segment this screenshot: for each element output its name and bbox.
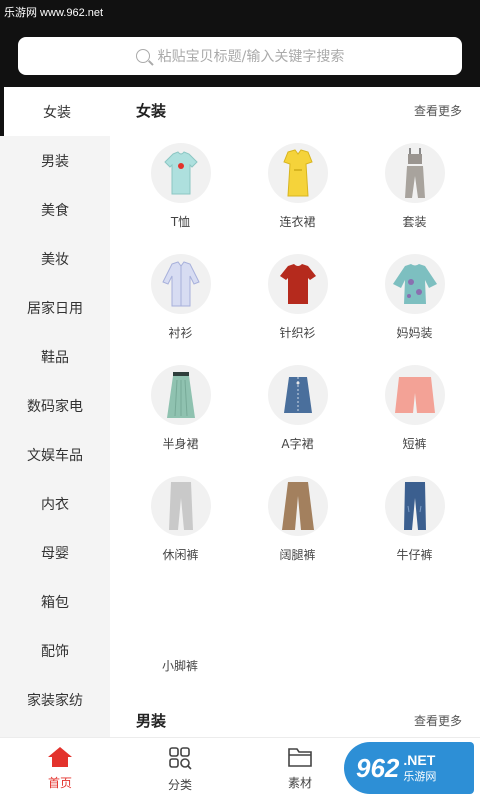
mom-clothing-icon xyxy=(392,264,437,304)
tab-label: 素材 xyxy=(287,776,312,790)
logo-number: 962 xyxy=(356,752,400,783)
sidebar-item-food[interactable]: 美食 xyxy=(0,185,110,234)
sidebar-item-label: 家装家纺 xyxy=(27,692,83,709)
subcategory-label: 衬衫 xyxy=(168,326,193,340)
subcategory-label: 妈妈装 xyxy=(396,326,433,340)
a-line-skirt-icon xyxy=(283,377,312,413)
sidebar-item-label: 母婴 xyxy=(41,545,69,562)
subcategory-suit[interactable]: 套装 xyxy=(356,143,473,234)
dress-icon xyxy=(282,149,313,197)
sidebar-item-label: 内衣 xyxy=(41,496,69,513)
sidebar-item-label: 鞋品 xyxy=(41,349,69,366)
sidebar-item-label: 美食 xyxy=(41,202,69,219)
sidebar-item-label: 美妆 xyxy=(41,251,69,268)
sidebar-item-men[interactable]: 男装 xyxy=(0,136,110,185)
section-title: 女装 xyxy=(136,101,167,120)
subcategory-label: 休闲裤 xyxy=(162,548,199,562)
sidebar-item-baby[interactable]: 母婴 xyxy=(0,528,110,577)
logo-net: .NET xyxy=(403,752,436,768)
view-more-link[interactable]: 查看更多 xyxy=(414,102,462,119)
tab-label: 首页 xyxy=(47,776,72,790)
jeans-icon xyxy=(403,482,426,530)
subcategory-shirt[interactable]: 衬衫 xyxy=(122,254,239,345)
sidebar-item-women[interactable]: 女装 xyxy=(0,87,110,136)
subcategory-label: 短裤 xyxy=(402,437,427,451)
subcategory-casual-pants[interactable]: 休闲裤 xyxy=(122,476,239,567)
shorts-icon xyxy=(394,377,435,413)
sidebar-item-bags[interactable]: 箱包 xyxy=(0,577,110,626)
search-placeholder: 粘贴宝贝标题/输入关键字搜索 xyxy=(157,49,345,65)
section-title: 男装 xyxy=(136,711,167,730)
home-icon xyxy=(48,747,72,767)
subcategory-label: 套装 xyxy=(402,215,427,229)
subcategory-label: 半身裙 xyxy=(162,437,199,451)
sidebar-item-label: 男装 xyxy=(41,153,69,170)
watermark-logo: 962 .NET 乐游网 xyxy=(344,742,474,794)
sidebar-item-label: 居家日用 xyxy=(27,300,83,317)
subcategory-a-line-skirt[interactable]: A字裙 xyxy=(239,365,356,456)
search-input[interactable]: 粘贴宝贝标题/输入关键字搜索 xyxy=(18,37,462,75)
sidebar-item-label: 文娱车品 xyxy=(27,447,83,464)
suit-icon xyxy=(404,148,425,198)
subcategory-skirt[interactable]: 半身裙 xyxy=(122,365,239,456)
sidebar-item-shoes[interactable]: 鞋品 xyxy=(0,332,110,381)
subcategory-wide-leg-pants[interactable]: 阔腿裤 xyxy=(239,476,356,567)
tab-material[interactable]: 素材 xyxy=(240,738,360,800)
section-men: 男装 查看更多 xyxy=(110,697,480,737)
subcategory-mom-clothing[interactable]: 妈妈装 xyxy=(356,254,473,345)
sidebar-item-digital[interactable]: 数码家电 xyxy=(0,381,110,430)
knitwear-icon xyxy=(279,264,316,304)
subcategory-skinny-pants[interactable]: 小脚裤 xyxy=(162,657,198,674)
category-icon xyxy=(169,747,192,770)
subcategory-grid: T恤 连衣裙 套装 衬衫 针织衫 妈妈装 半身裙 A字裙 短裤 休闲裤 阔腿裤 … xyxy=(110,133,480,567)
bottom-tab-bar: 首页 分类 素材 962 .NET 乐游网 xyxy=(0,737,480,800)
header-bar: 乐游网 www.962.net 粘贴宝贝标题/输入关键字搜索 xyxy=(0,0,480,87)
watermark-text: 乐游网 www.962.net xyxy=(4,7,104,19)
subcategory-label: A字裙 xyxy=(281,437,314,451)
tab-category[interactable]: 分类 xyxy=(120,738,240,800)
sidebar-item-label: 女装 xyxy=(43,104,71,121)
subcategory-label: 连衣裙 xyxy=(279,215,316,229)
subcategory-shorts[interactable]: 短裤 xyxy=(356,365,473,456)
sidebar-item-underwear[interactable]: 内衣 xyxy=(0,479,110,528)
subcategory-label: 阔腿裤 xyxy=(279,548,316,562)
tab-home[interactable]: 首页 xyxy=(0,738,120,800)
section-header: 男装 查看更多 xyxy=(110,697,480,737)
sidebar-item-label: 数码家电 xyxy=(27,398,83,415)
sidebar-item-home-daily[interactable]: 居家日用 xyxy=(0,283,110,332)
sidebar-item-label: 配饰 xyxy=(41,643,69,660)
tshirt-icon xyxy=(163,151,198,195)
sidebar-item-entertainment-car[interactable]: 文娱车品 xyxy=(0,430,110,479)
search-icon xyxy=(135,49,150,63)
subcategory-label: T恤 xyxy=(170,215,191,229)
shirt-icon xyxy=(161,261,200,307)
skirt-icon xyxy=(166,372,195,418)
subcategory-label: 牛仔裤 xyxy=(396,548,433,562)
sidebar-item-home-textile[interactable]: 家装家纺 xyxy=(0,675,110,724)
sidebar-item-accessories[interactable]: 配饰 xyxy=(0,626,110,675)
section-header: 女装 查看更多 xyxy=(110,87,480,133)
casual-pants-icon xyxy=(168,482,193,530)
tab-label: 分类 xyxy=(167,778,192,792)
category-sidebar: 女装 男装 美食 美妆 居家日用 鞋品 数码家电 文娱车品 内衣 母婴 箱包 配… xyxy=(0,87,110,737)
folder-icon xyxy=(288,748,312,767)
category-content: 女装 查看更多 T恤 连衣裙 套装 衬衫 针织衫 妈妈装 半身裙 A字裙 短裤 … xyxy=(110,87,480,737)
subcategory-dress[interactable]: 连衣裙 xyxy=(239,143,356,234)
subcategory-knitwear[interactable]: 针织衫 xyxy=(239,254,356,345)
sidebar-item-beauty[interactable]: 美妆 xyxy=(0,234,110,283)
subcategory-jeans[interactable]: 牛仔裤 xyxy=(356,476,473,567)
logo-cn: 乐游网 xyxy=(403,770,437,783)
view-more-link[interactable]: 查看更多 xyxy=(414,712,462,729)
wide-leg-pants-icon xyxy=(281,482,314,530)
subcategory-label: 针织衫 xyxy=(279,326,316,340)
sidebar-item-label: 箱包 xyxy=(41,594,69,611)
subcategory-tshirt[interactable]: T恤 xyxy=(122,143,239,234)
